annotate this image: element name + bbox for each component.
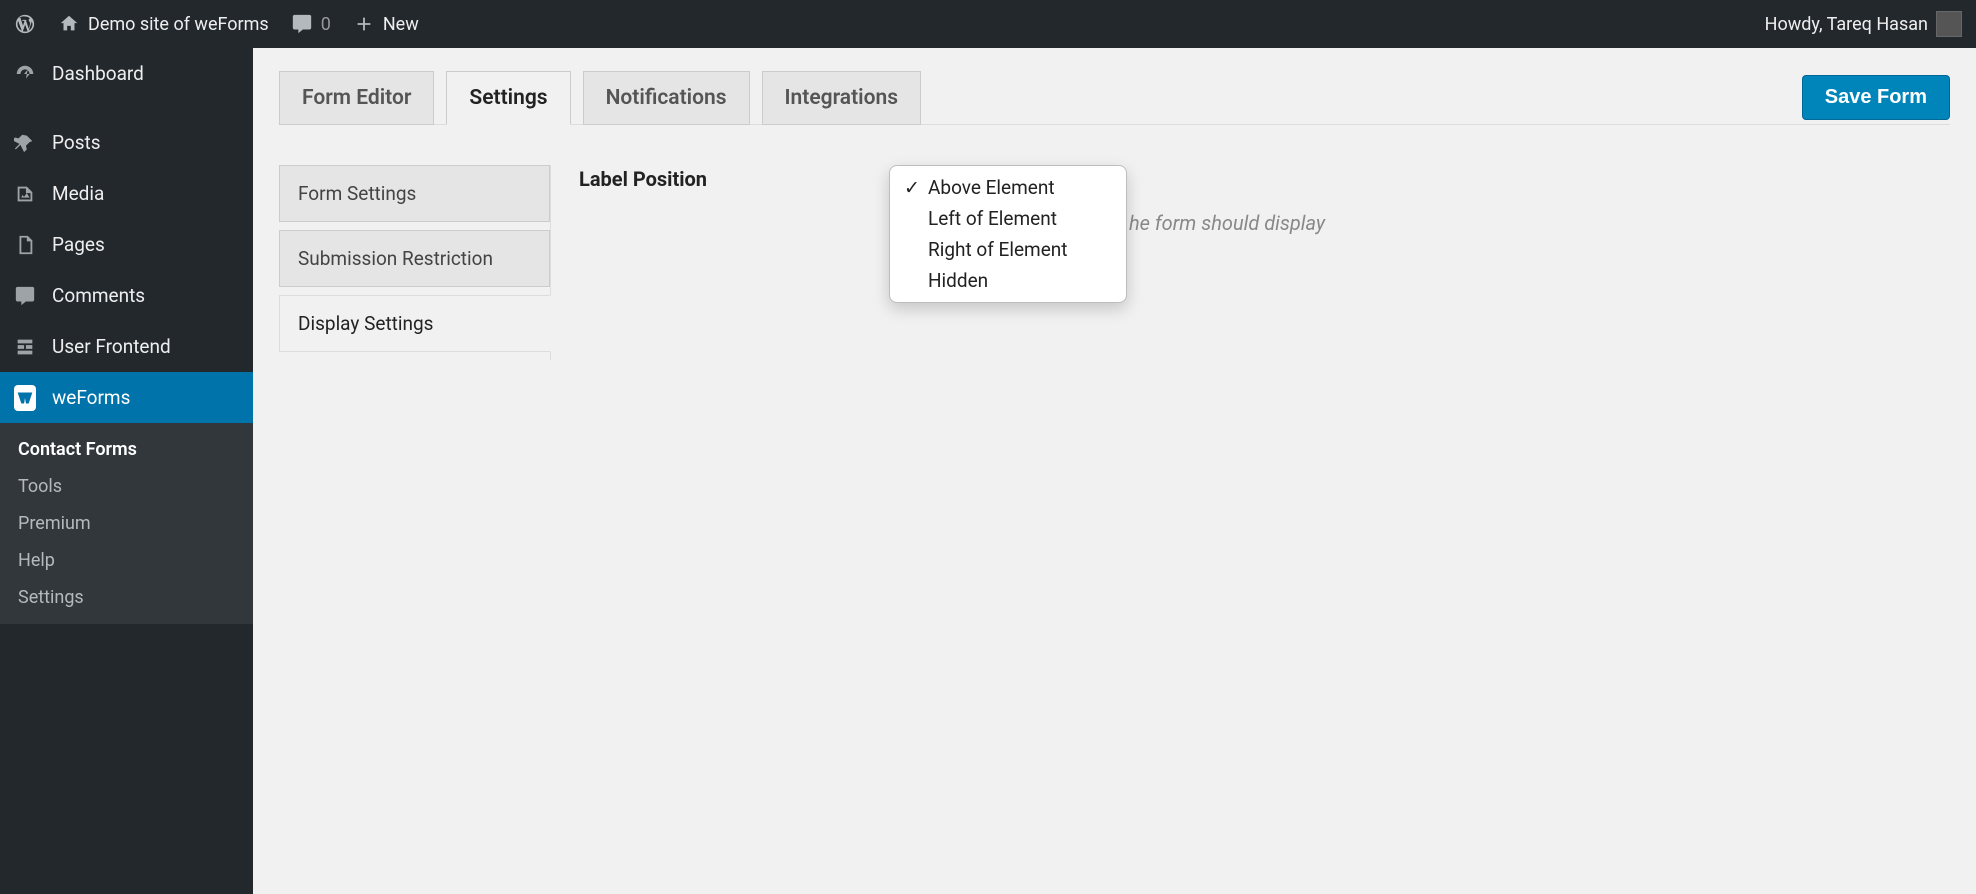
- sidebar-item-dashboard[interactable]: Dashboard: [0, 48, 253, 99]
- tab-form-editor[interactable]: Form Editor: [279, 71, 434, 125]
- home-icon: [58, 13, 80, 35]
- sidebar-item-posts[interactable]: Posts: [0, 117, 253, 168]
- dropdown-option[interactable]: Right of Element: [890, 234, 1126, 265]
- new-label: New: [383, 14, 419, 35]
- label-position-dropdown[interactable]: Above Element Left of Element Right of E…: [889, 165, 1127, 303]
- sidebar-item-weforms[interactable]: weForms: [0, 372, 253, 423]
- site-title: Demo site of weForms: [88, 14, 269, 35]
- pages-icon: [14, 234, 36, 256]
- admin-bar-left: Demo site of weForms 0 New: [14, 13, 419, 35]
- media-icon: [14, 183, 36, 205]
- new-content-link[interactable]: New: [353, 13, 419, 35]
- save-form-button[interactable]: Save Form: [1802, 75, 1950, 120]
- dropdown-option[interactable]: Left of Element: [890, 203, 1126, 234]
- weforms-icon: [14, 387, 36, 409]
- submenu-item-help[interactable]: Help: [0, 542, 253, 579]
- plus-icon: [353, 13, 375, 35]
- sidebar-item-pages[interactable]: Pages: [0, 219, 253, 270]
- wp-logo[interactable]: [14, 13, 36, 35]
- submenu-item-premium[interactable]: Premium: [0, 505, 253, 542]
- sidebar-item-media[interactable]: Media: [0, 168, 253, 219]
- sidebar-item-comments[interactable]: Comments: [0, 270, 253, 321]
- sidebar-item-label: Dashboard: [52, 62, 144, 85]
- account-link[interactable]: Howdy, Tareq Hasan: [1765, 11, 1962, 37]
- sidebar-item-user-frontend[interactable]: User Frontend: [0, 321, 253, 372]
- admin-sidebar: Dashboard Posts Media Pages Comments Use…: [0, 48, 253, 894]
- comment-count: 0: [321, 14, 331, 35]
- user-frontend-icon: [14, 336, 36, 358]
- wordpress-icon: [14, 13, 36, 35]
- submenu-item-settings[interactable]: Settings: [0, 579, 253, 616]
- content-area: Form Editor Settings Notifications Integ…: [253, 48, 1976, 894]
- admin-bar-right: Howdy, Tareq Hasan: [1765, 11, 1962, 37]
- weforms-submenu: Contact Forms Tools Premium Help Setting…: [0, 423, 253, 624]
- submenu-item-contact-forms[interactable]: Contact Forms: [0, 431, 253, 468]
- site-link[interactable]: Demo site of weForms: [58, 13, 269, 35]
- settings-side-nav: Form Settings Submission Restriction Dis…: [279, 165, 551, 360]
- settings-panel: Label Position Above Element Left of Ele…: [551, 165, 1950, 360]
- settings-nav-display-settings[interactable]: Display Settings: [279, 295, 551, 352]
- sidebar-item-label: User Frontend: [52, 335, 171, 358]
- settings-body: Form Settings Submission Restriction Dis…: [279, 165, 1950, 360]
- dropdown-option[interactable]: Hidden: [890, 265, 1126, 296]
- comments-icon: [14, 285, 36, 307]
- field-label-position: Label Position Above Element Left of Ele…: [579, 165, 1922, 235]
- avatar: [1936, 11, 1962, 37]
- page-topbar: Form Editor Settings Notifications Integ…: [279, 70, 1950, 125]
- pin-icon: [14, 132, 36, 154]
- field-hint: he form should display: [1129, 211, 1922, 235]
- settings-nav-form-settings[interactable]: Form Settings: [279, 165, 550, 222]
- comments-link[interactable]: 0: [291, 13, 331, 35]
- dropdown-option[interactable]: Above Element: [890, 172, 1126, 203]
- sidebar-item-label: Media: [52, 182, 104, 205]
- field-label: Label Position: [579, 165, 889, 191]
- settings-nav-submission-restriction[interactable]: Submission Restriction: [279, 230, 550, 287]
- sidebar-item-label: Comments: [52, 284, 145, 307]
- dashboard-icon: [14, 63, 36, 85]
- main-tabs: Form Editor Settings Notifications Integ…: [279, 70, 921, 124]
- comment-icon: [291, 13, 313, 35]
- sidebar-item-label: Posts: [52, 131, 101, 154]
- tab-integrations[interactable]: Integrations: [762, 71, 921, 125]
- submenu-item-tools[interactable]: Tools: [0, 468, 253, 505]
- admin-bar: Demo site of weForms 0 New Howdy, Tareq …: [0, 0, 1976, 48]
- tab-notifications[interactable]: Notifications: [583, 71, 750, 125]
- field-control: Above Element Left of Element Right of E…: [889, 165, 1922, 235]
- sidebar-item-label: weForms: [52, 386, 130, 409]
- howdy-text: Howdy, Tareq Hasan: [1765, 14, 1928, 35]
- sidebar-item-label: Pages: [52, 233, 105, 256]
- tab-settings[interactable]: Settings: [446, 71, 570, 125]
